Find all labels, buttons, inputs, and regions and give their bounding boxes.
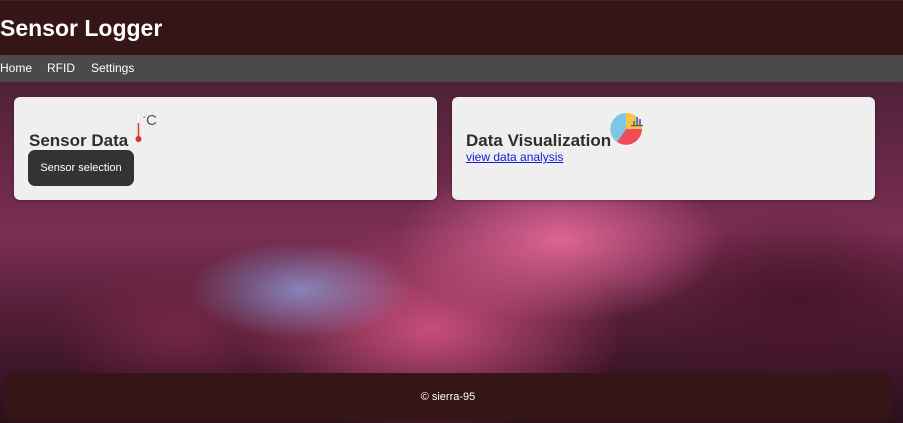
nav-link-home[interactable]: Home bbox=[0, 61, 32, 75]
navbar: Home RFID Settings bbox=[0, 55, 903, 82]
sensor-data-card: Sensor Data ° C Sensor selection bbox=[14, 97, 437, 200]
nav-link-settings[interactable]: Settings bbox=[91, 61, 134, 75]
data-visualization-card: Data Visualization view data analysis bbox=[452, 97, 875, 200]
footer: © sierra-95 bbox=[5, 373, 891, 421]
header: Sensor Logger bbox=[0, 0, 903, 55]
pie-chart-icon bbox=[610, 113, 643, 145]
sensor-selection-button[interactable]: Sensor selection bbox=[28, 150, 134, 186]
nav-link-rfid[interactable]: RFID bbox=[47, 61, 75, 75]
site-title: Sensor Logger bbox=[0, 15, 163, 41]
svg-text:C: C bbox=[146, 112, 157, 129]
sensor-data-title: Sensor Data bbox=[29, 131, 129, 150]
data-visualization-title: Data Visualization bbox=[466, 131, 612, 150]
thermometer-celsius-icon: ° C bbox=[135, 112, 157, 142]
view-data-analysis-link[interactable]: view data analysis bbox=[466, 150, 563, 164]
copyright-text: © sierra-95 bbox=[420, 391, 476, 403]
